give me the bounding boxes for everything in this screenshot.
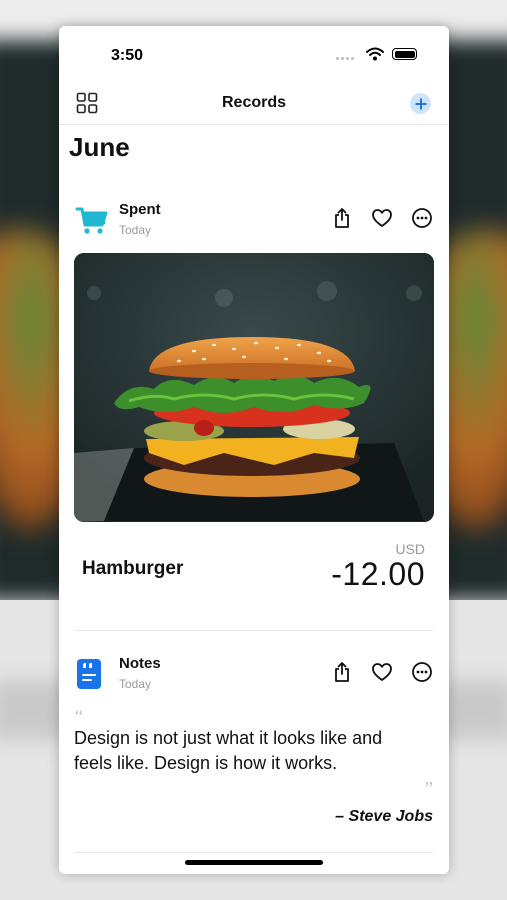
record-date: Today <box>119 223 152 237</box>
close-quote-icon: ” <box>425 778 433 798</box>
share-icon[interactable] <box>331 207 353 229</box>
heart-icon[interactable] <box>371 207 393 229</box>
record-header-notes: Notes Today <box>75 655 435 695</box>
more-options-icon[interactable] <box>411 661 433 683</box>
page-title: Records <box>221 94 287 111</box>
cellular-signal-icon <box>336 57 358 61</box>
phone-screen: 3:50 Records June Spent Today Hamburger … <box>59 26 449 874</box>
quote-note-icon <box>77 659 101 689</box>
expense-item-name: Hamburger <box>82 558 184 579</box>
more-options-icon[interactable] <box>411 207 433 229</box>
record-header-spent: Spent Today <box>75 201 435 241</box>
battery-icon <box>392 48 417 60</box>
heart-icon[interactable] <box>371 661 393 683</box>
note-quote-author: – Steve Jobs <box>335 808 433 825</box>
month-heading: June <box>69 132 130 162</box>
share-icon[interactable] <box>331 661 353 683</box>
open-quote-icon: “ <box>75 706 83 726</box>
record-divider <box>75 852 433 853</box>
record-divider <box>75 630 433 631</box>
navigation-bar: Records <box>59 84 449 125</box>
expense-amount: -12.00 <box>331 556 425 592</box>
currency-label: USD <box>395 541 425 557</box>
record-category: Spent <box>119 201 161 218</box>
status-time: 3:50 <box>111 47 144 64</box>
shopping-cart-icon <box>75 207 108 234</box>
add-record-button[interactable] <box>410 93 431 114</box>
hamburger-photo[interactable] <box>74 253 434 522</box>
record-category: Notes <box>119 655 161 672</box>
home-indicator[interactable] <box>185 860 323 865</box>
note-quote-text: Design is not just what it looks like an… <box>74 728 383 773</box>
status-bar: 3:50 <box>59 26 449 84</box>
wifi-icon <box>366 47 384 61</box>
record-date: Today <box>119 677 152 691</box>
